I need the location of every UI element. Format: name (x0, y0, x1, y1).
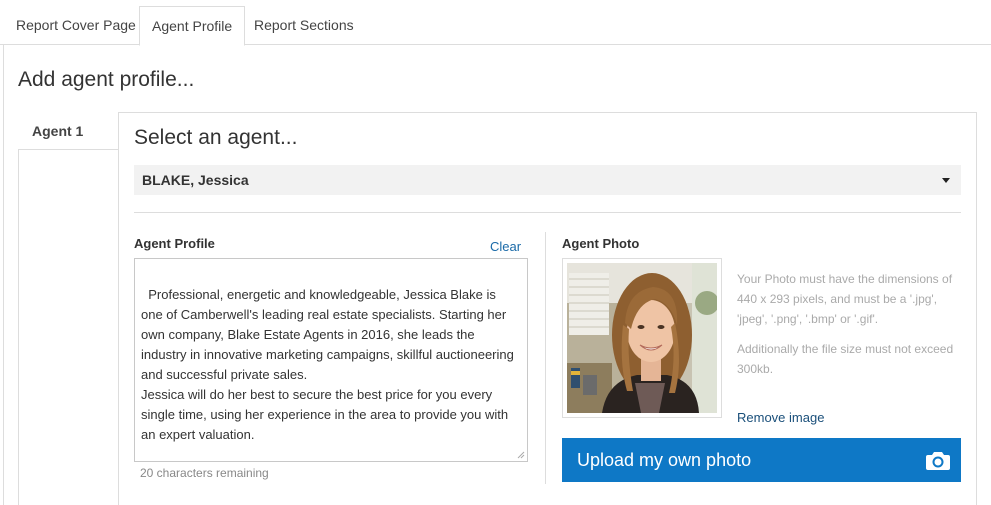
tab-report-cover-page[interactable]: Report Cover Page (2, 6, 150, 45)
agent-profile-label: Agent Profile (134, 236, 215, 251)
agent-photo (562, 258, 722, 418)
clear-link[interactable]: Clear (490, 239, 521, 254)
agent-select-value: BLAKE, Jessica (142, 172, 249, 188)
photo-requirements-size: Additionally the file size must not exce… (737, 342, 954, 376)
tab-report-sections[interactable]: Report Sections (240, 6, 368, 45)
photo-requirements-dimensions: Your Photo must have the dimensions of 4… (737, 272, 953, 326)
agent-profile-textarea[interactable]: Professional, energetic and knowledgeabl… (134, 258, 528, 462)
column-divider (545, 232, 546, 484)
characters-remaining: 20 characters remaining (140, 466, 269, 480)
section-divider (134, 212, 961, 213)
remove-image-link[interactable]: Remove image (737, 410, 824, 425)
agent-tab-divider (118, 150, 119, 505)
agent-profile-text: Professional, energetic and knowledgeabl… (141, 287, 514, 442)
page-title: Add agent profile... (18, 68, 195, 91)
tab-agent-profile[interactable]: Agent Profile (139, 6, 246, 46)
upload-photo-label: Upload my own photo (577, 450, 752, 470)
resize-grip-icon[interactable] (517, 451, 525, 459)
select-agent-heading: Select an agent... (134, 126, 298, 149)
tab-bar: Report Cover Page Agent Profile Report S… (0, 0, 991, 46)
agent-tab-1[interactable]: Agent 1 (18, 112, 119, 150)
agent-select[interactable]: BLAKE, Jessica (134, 165, 961, 195)
camera-icon (926, 452, 950, 470)
agent-photo-label: Agent Photo (562, 236, 640, 251)
agent-photo-image (567, 263, 717, 413)
caret-down-icon (942, 178, 950, 183)
upload-photo-button[interactable]: Upload my own photo (562, 438, 961, 482)
photo-requirements: Your Photo must have the dimensions of 4… (737, 269, 967, 389)
